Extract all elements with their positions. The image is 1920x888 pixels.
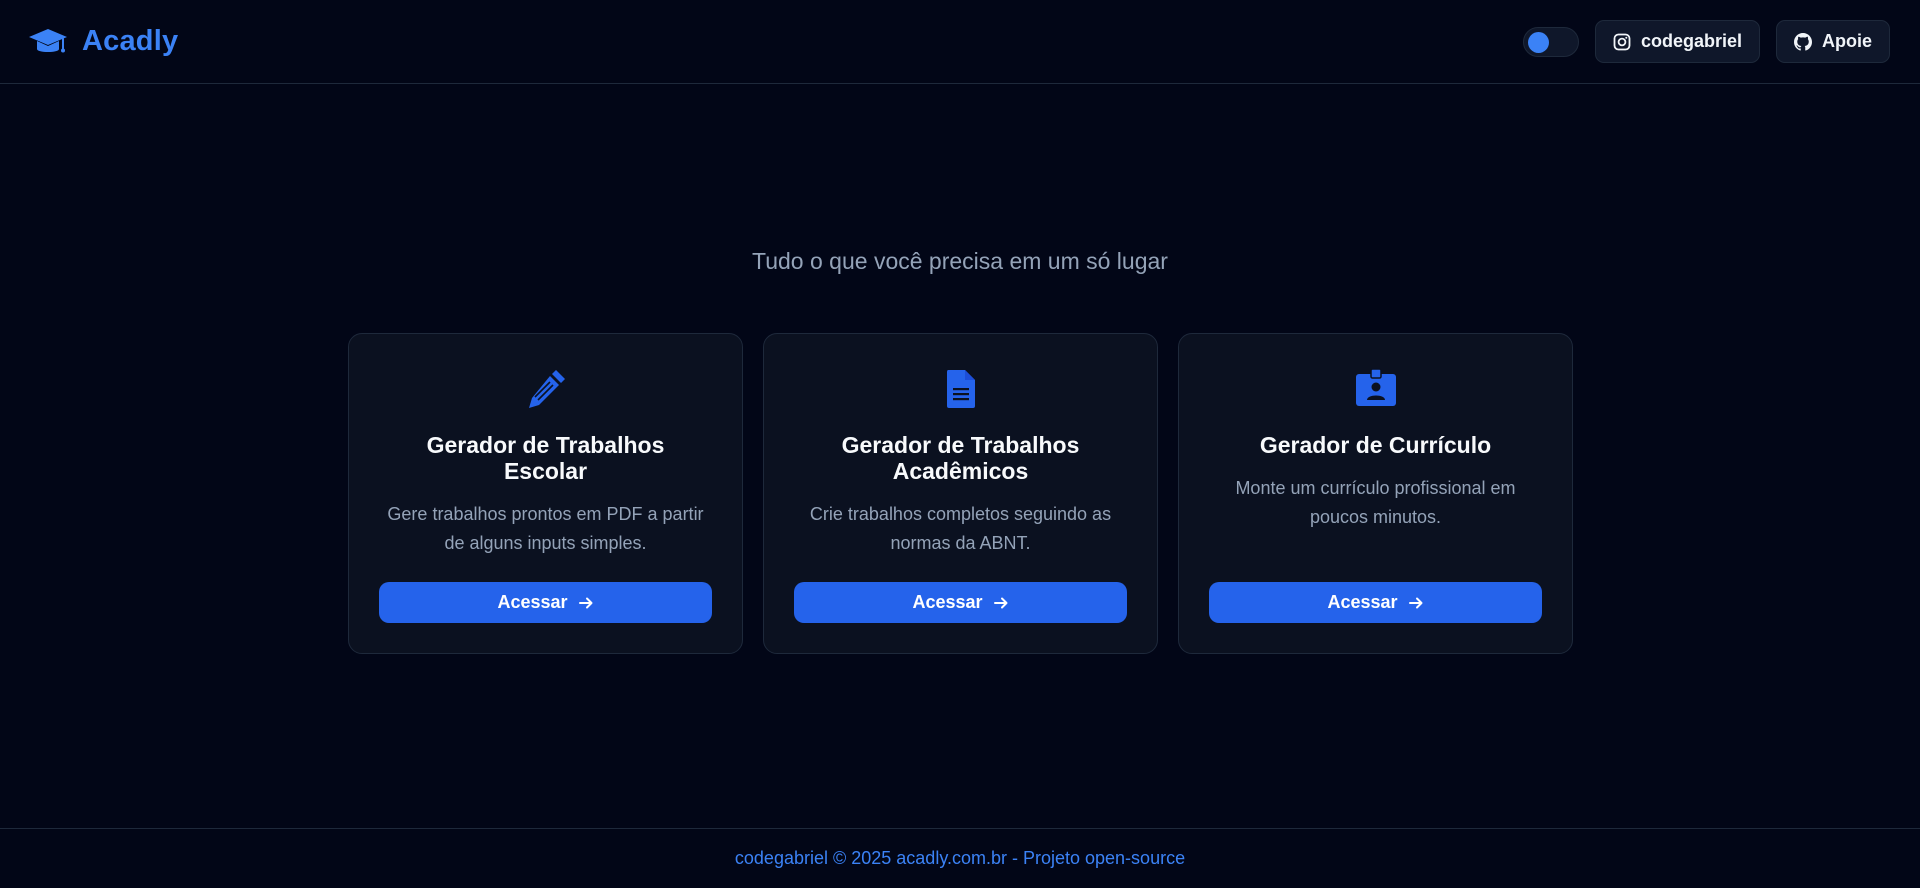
arrow-right-icon [1408, 597, 1423, 608]
github-label: Apoie [1821, 31, 1872, 51]
card-description: Crie trabalhos completos seguindo as nor… [809, 504, 1112, 553]
instagram-label: codegabriel [1640, 31, 1742, 51]
document-icon [946, 370, 975, 408]
tagline: Tudo o que você precisa em um só lugar [752, 248, 1168, 274]
card-description: Gere trabalhos prontos em PDF a partir d… [387, 504, 704, 553]
card-title: Gerador de Currículo [1259, 432, 1492, 458]
arrow-right-icon [578, 597, 593, 608]
pencil-icon [528, 370, 565, 408]
instagram-icon [1613, 33, 1631, 50]
theme-toggle[interactable] [1522, 26, 1579, 57]
access-button[interactable]: Acessar [794, 582, 1127, 623]
access-button-label: Acessar [1327, 592, 1398, 612]
access-button-label: Acessar [912, 592, 983, 612]
brand-link[interactable]: Acadly [28, 25, 178, 58]
card-title: Gerador de Trabalhos Acadêmicos [841, 432, 1080, 484]
github-support-button[interactable]: Apoie [1775, 20, 1890, 63]
app-header: Acadly codegabriel Apoie [0, 0, 1920, 84]
brand-name: Acadly [82, 25, 179, 57]
arrow-right-icon [993, 597, 1008, 608]
header-actions: codegabriel Apoie [1522, 20, 1890, 63]
id-badge-icon [1355, 368, 1396, 406]
theme-toggle-knob [1527, 31, 1549, 53]
app-footer: codegabriel © 2025 acadly.com.br - Proje… [0, 828, 1920, 888]
access-button[interactable]: Acessar [379, 582, 712, 623]
footer-text: codegabriel © 2025 acadly.com.br - Proje… [734, 848, 1186, 868]
access-button-label: Acessar [497, 592, 568, 612]
card-resume-generator: Gerador de Currículo Monte um currículo … [1178, 333, 1573, 654]
card-description: Monte um currículo profissional em pouco… [1235, 478, 1516, 527]
instagram-button[interactable]: codegabriel [1594, 20, 1760, 63]
card-academic-work-generator: Gerador de Trabalhos Acadêmicos Crie tra… [763, 333, 1158, 654]
graduation-cap-icon [29, 28, 67, 52]
access-button[interactable]: Acessar [1209, 582, 1542, 623]
card-school-work-generator: Gerador de Trabalhos Escolar Gere trabal… [348, 333, 743, 654]
card-title: Gerador de Trabalhos Escolar [426, 432, 665, 484]
tools-card-grid: Gerador de Trabalhos Escolar Gere trabal… [348, 333, 1573, 654]
github-icon [1793, 32, 1812, 51]
